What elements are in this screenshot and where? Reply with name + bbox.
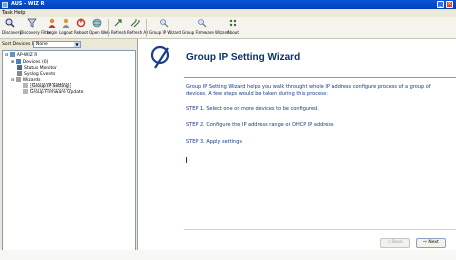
login-icon: [48, 18, 56, 28]
discovery-filter-button[interactable]: Discovery Filter: [20, 18, 51, 38]
wand-icon: [23, 83, 28, 88]
globe-icon: [92, 18, 102, 28]
monitor-icon: [17, 65, 22, 70]
title-bar: AUS - WIZ R _ ×: [0, 0, 456, 9]
group-ip-wizard-button[interactable]: Group IP Wizard: [149, 18, 181, 38]
reboot-icon: [76, 18, 86, 28]
app-icon: [2, 1, 8, 8]
magnifier-icon: [5, 18, 15, 28]
open-web-button[interactable]: Open Web: [89, 18, 110, 38]
chevron-down-icon[interactable]: ▼: [74, 42, 80, 47]
title-divider: [184, 77, 456, 78]
about-button[interactable]: About: [225, 18, 241, 38]
wizard-step-1: STEP 1. Select one or more devices to be…: [186, 106, 319, 112]
computer-icon: [9, 52, 15, 57]
next-arrow-icon: ⇨: [423, 240, 427, 245]
next-button[interactable]: ⇨ Next: [416, 238, 446, 248]
status-strip: [0, 250, 456, 260]
group-firmware-wizard-button[interactable]: Group Firmware Wizard: [182, 18, 229, 38]
collapse-icon[interactable]: ⊟: [5, 52, 8, 57]
collapse-icon[interactable]: ⊟: [11, 77, 14, 82]
wand-icon: [15, 77, 21, 82]
window-title: AUS - WIZ R: [11, 1, 45, 7]
sort-devices-select[interactable]: None ▼: [33, 41, 81, 48]
expand-icon[interactable]: ⊞: [11, 59, 14, 64]
discovery-button[interactable]: Discovery: [2, 18, 22, 38]
wizard-intro: Group IP Setting Wizard helps you walk t…: [186, 84, 431, 97]
toolbar-separator: [146, 19, 147, 37]
refresh-icon: [114, 19, 122, 27]
refresh-all-icon: [130, 19, 140, 28]
wizard-step-3: STEP 3. Apply settings: [186, 139, 242, 145]
logout-icon: [62, 18, 70, 28]
wizard-step-2: STEP 2. Configure the IP address range o…: [186, 122, 334, 128]
logout-button[interactable]: Logout: [59, 18, 73, 38]
wizard-title: Group IP Setting Wizard: [186, 52, 301, 63]
tree-item-group-firmware-update[interactable]: Group Firmware Update: [23, 89, 83, 95]
about-icon: [229, 19, 237, 27]
menu-task[interactable]: Task: [2, 10, 13, 16]
minimize-button[interactable]: _: [437, 1, 444, 8]
toolbar-separator: [108, 19, 109, 37]
devices-icon: [15, 59, 21, 64]
wand-icon: [150, 45, 170, 69]
button-row-divider: [184, 229, 456, 230]
left-panel: Sort Devices By None ▼ ⊟ AP-WIZ R ⊞ Devi…: [0, 39, 138, 260]
wand-icon: [198, 19, 207, 28]
filter-icon: [27, 18, 37, 28]
wand-icon: [160, 19, 169, 28]
text-caret: [186, 157, 187, 163]
menu-help[interactable]: Help: [14, 10, 25, 16]
wizard-panel: Group IP Setting Wizard Group IP Setting…: [139, 39, 456, 260]
back-button[interactable]: ◁ Back: [380, 238, 410, 248]
reboot-button[interactable]: Reboot: [74, 18, 88, 38]
login-button[interactable]: Login: [46, 18, 58, 38]
close-button[interactable]: ×: [446, 1, 453, 8]
wand-icon: [23, 89, 28, 94]
device-tree[interactable]: ⊟ AP-WIZ R ⊞ Devices (0) Status Monitor …: [2, 50, 136, 257]
log-icon: [17, 71, 22, 76]
menu-bar: Task Help: [0, 9, 456, 17]
toolbar: Discovery Discovery Filter Login Logout …: [0, 17, 456, 39]
refresh-all-button[interactable]: Refresh All: [127, 18, 148, 38]
tree-item-root[interactable]: ⊟ AP-WIZ R: [5, 52, 37, 58]
refresh-button[interactable]: Refresh: [111, 18, 126, 38]
